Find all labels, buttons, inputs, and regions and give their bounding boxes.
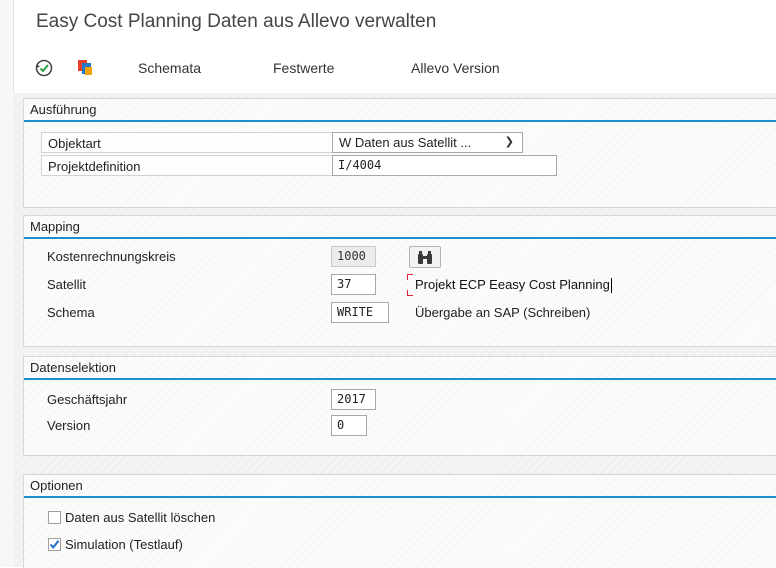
- group-title-ausfuehrung: Ausführung: [24, 99, 776, 122]
- projektdefinition-input[interactable]: I/4004: [332, 155, 557, 176]
- geschaeftsjahr-input[interactable]: 2017: [331, 389, 376, 410]
- satellit-description[interactable]: Projekt ECP Eeasy Cost Planning: [407, 274, 735, 296]
- simulation-checkbox-label: Simulation (Testlauf): [65, 537, 183, 552]
- page-title: Easy Cost Planning Daten aus Allevo verw…: [36, 11, 437, 32]
- text-cursor: [610, 278, 612, 294]
- allevo-version-button[interactable]: Allevo Version: [411, 60, 500, 76]
- satellit-label: Satellit: [47, 277, 87, 292]
- objektart-label: Objektart: [41, 132, 332, 153]
- left-edge-bar: [0, 0, 14, 567]
- focus-bracket-top: [407, 274, 413, 280]
- checkmark-icon: [49, 540, 60, 550]
- row-geschaeftsjahr: Geschäftsjahr 2017: [41, 389, 761, 411]
- schema-description: Übergabe an SAP (Schreiben): [415, 305, 591, 320]
- version-label: Version: [47, 418, 91, 433]
- group-mapping: Mapping Kostenrechnungskreis 1000 Satell…: [23, 215, 776, 347]
- satellit-description-text: Projekt ECP Eeasy Cost Planning: [415, 277, 610, 292]
- copy-layers-icon[interactable]: [76, 58, 96, 78]
- projektdefinition-label: Projektdefinition: [41, 155, 332, 176]
- group-title-optionen: Optionen: [24, 475, 776, 498]
- schema-input[interactable]: WRITE: [331, 302, 389, 323]
- row-projektdefinition: Projektdefinition I/4004: [41, 155, 741, 177]
- group-title-datenselektion: Datenselektion: [24, 357, 776, 380]
- kostenrechnungskreis-input[interactable]: 1000: [331, 246, 376, 267]
- row-satellit: Satellit 37 Projekt ECP Eeasy Cost Plann…: [41, 274, 761, 296]
- objektart-select[interactable]: W Daten aus Satellit ... ❯: [332, 132, 523, 153]
- delete-checkbox[interactable]: [48, 511, 61, 524]
- toolbar: Schemata Festwerte Allevo Version: [13, 50, 776, 88]
- geschaeftsjahr-label: Geschäftsjahr: [47, 392, 128, 407]
- kostenrechnungskreis-label: Kostenrechnungskreis: [47, 249, 176, 264]
- group-optionen: Optionen Daten aus Satellit löschen Simu…: [23, 474, 776, 568]
- delete-checkbox-label: Daten aus Satellit löschen: [65, 510, 216, 525]
- row-kostenrechnungskreis: Kostenrechnungskreis 1000: [41, 246, 761, 268]
- focus-bracket-bottom: [407, 290, 413, 296]
- group-datenselektion: Datenselektion Geschäftsjahr 2017 Versio…: [23, 356, 776, 456]
- version-input[interactable]: 0: [331, 415, 367, 436]
- row-objektart: Objektart W Daten aus Satellit ... ❯: [41, 132, 741, 154]
- group-title-mapping: Mapping: [24, 216, 776, 239]
- festwerte-button[interactable]: Festwerte: [273, 60, 334, 76]
- satellit-input[interactable]: 37: [331, 274, 376, 295]
- binoculars-icon: [417, 250, 433, 268]
- group-ausfuehrung: Ausführung Objektart W Daten aus Satelli…: [23, 98, 776, 208]
- schema-label: Schema: [47, 305, 95, 320]
- schemata-button[interactable]: Schemata: [138, 60, 201, 76]
- row-schema: Schema WRITE Übergabe an SAP (Schreiben): [41, 302, 761, 324]
- execute-clock-icon[interactable]: [34, 58, 54, 78]
- row-version: Version 0: [41, 415, 761, 437]
- chevron-down-icon: ❯: [504, 136, 514, 148]
- objektart-value: W Daten aus Satellit ...: [339, 135, 472, 150]
- simulation-checkbox[interactable]: [48, 538, 61, 551]
- content-area: Ausführung Objektart W Daten aus Satelli…: [13, 93, 776, 568]
- search-button[interactable]: [409, 246, 441, 268]
